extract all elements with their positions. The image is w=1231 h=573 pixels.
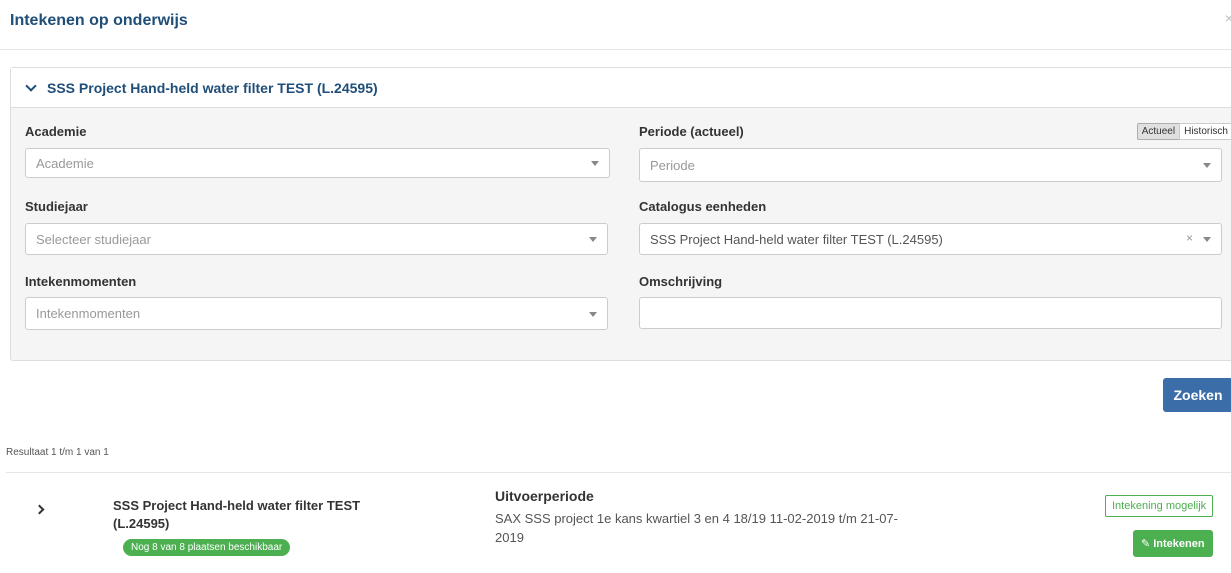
periode-placeholder: Periode xyxy=(650,157,695,173)
modal-title: Intekenen op onderwijs xyxy=(10,12,188,29)
academie-select[interactable]: Academie xyxy=(25,148,610,178)
intekenmomenten-select[interactable]: Intekenmomenten xyxy=(25,297,608,330)
studiejaar-label: Studiejaar xyxy=(25,199,88,214)
catalogus-select[interactable]: SSS Project Hand-held water filter TEST … xyxy=(639,223,1222,255)
academie-label: Academie xyxy=(25,124,87,139)
status-badge: Intekening mogelijk xyxy=(1105,495,1214,517)
chevron-right-icon[interactable] xyxy=(34,504,45,515)
result-divider xyxy=(6,472,1231,473)
periode-toggle: Actueel Historisch xyxy=(1136,123,1231,140)
academie-placeholder: Academie xyxy=(36,155,94,171)
filter-panel-header[interactable]: SSS Project Hand-held water filter TEST … xyxy=(11,68,1231,108)
result-title: SSS Project Hand-held water filter TEST … xyxy=(113,498,361,531)
availability-badge: Nog 8 van 8 plaatsen beschikbaar xyxy=(123,539,291,556)
caret-down-icon xyxy=(589,237,597,242)
omschrijving-input[interactable] xyxy=(639,297,1222,329)
intekenen-button[interactable]: ✎ Intekenen xyxy=(1133,530,1213,557)
result-count: Resultaat 1 t/m 1 van 1 xyxy=(6,447,109,458)
periode-label: Periode (actueel) xyxy=(639,124,744,139)
toggle-historisch[interactable]: Historisch xyxy=(1179,123,1231,140)
filter-panel-title: SSS Project Hand-held water filter TEST … xyxy=(47,79,378,96)
caret-down-icon xyxy=(1203,163,1211,168)
period-label: Uitvoerperiode xyxy=(495,488,594,504)
toggle-actueel[interactable]: Actueel xyxy=(1136,123,1181,140)
intekenmomenten-label: Intekenmomenten xyxy=(25,274,137,289)
search-button[interactable]: Zoeken xyxy=(1163,378,1231,412)
title-divider xyxy=(0,49,1231,50)
omschrijving-label: Omschrijving xyxy=(639,274,723,289)
studiejaar-placeholder: Selecteer studiejaar xyxy=(36,231,151,247)
intekenmomenten-placeholder: Intekenmomenten xyxy=(36,306,141,321)
intekenen-label: Intekenen xyxy=(1153,537,1205,550)
studiejaar-select[interactable]: Selecteer studiejaar xyxy=(25,223,608,255)
caret-down-icon xyxy=(1203,237,1211,242)
periode-select[interactable]: Periode xyxy=(639,148,1222,182)
period-text: SAX SSS project 1e kans kwartiel 3 en 4 … xyxy=(495,511,898,545)
caret-down-icon xyxy=(591,161,599,166)
catalogus-value: SSS Project Hand-held water filter TEST … xyxy=(650,231,943,247)
filter-panel: SSS Project Hand-held water filter TEST … xyxy=(10,67,1231,361)
caret-down-icon xyxy=(589,312,597,317)
close-icon[interactable]: × xyxy=(1225,10,1231,26)
chevron-down-icon xyxy=(25,79,37,92)
catalogus-label: Catalogus eenheden xyxy=(639,199,767,214)
pencil-icon: ✎ xyxy=(1141,538,1151,550)
clear-icon[interactable]: × xyxy=(1186,231,1193,245)
